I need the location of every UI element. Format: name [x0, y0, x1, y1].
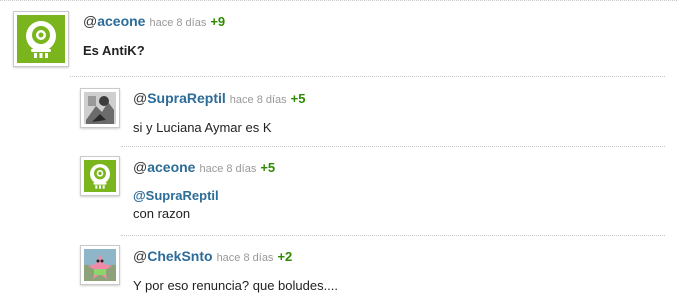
username-link[interactable]: aceone [97, 13, 145, 29]
mention-link[interactable]: @SupraReptil [133, 187, 219, 205]
vote-count: +9 [210, 14, 226, 29]
vote-count: +2 [277, 249, 293, 264]
at-sign: @ [133, 248, 148, 264]
comment-1: @aceone hace 8 días +9 Es AntiK? [0, 0, 677, 76]
user-avatar[interactable] [13, 11, 69, 67]
vote-count: +5 [290, 91, 306, 106]
timestamp: hace 8 días [216, 252, 274, 264]
at-sign: @ [133, 159, 148, 175]
comment-meta: @aceone hace 8 días +9 [83, 12, 225, 32]
comment-2: @SupraReptil hace 8 días +5 si y Luciana A… [0, 77, 677, 147]
comment-text: Y por eso renuncia? que boludes.... [133, 278, 339, 293]
username-link[interactable]: SupraReptil [147, 90, 226, 106]
user-avatar[interactable] [80, 245, 120, 285]
timestamp: hace 8 días [229, 94, 287, 106]
comment-4: @ChekSnto hace 8 días +2 Y por eso renunci… [0, 236, 677, 303]
comment-meta: @SupraReptil hace 8 días +5 [133, 89, 306, 109]
comment-meta: @ChekSnto hace 8 días +2 [133, 247, 292, 267]
green-cyclops-avatar-icon [84, 160, 116, 192]
comment-3: @aceone hace 8 días +5 @SupraReptil con ra… [0, 147, 677, 235]
at-sign: @ [83, 13, 98, 29]
comment-text: si y Luciana Aymar es K [133, 120, 272, 135]
comment-text: Es AntiK? [83, 43, 145, 58]
grayscale-photo-avatar-icon [84, 92, 116, 124]
comment-meta: @aceone hace 8 días +5 [133, 158, 275, 178]
user-avatar[interactable] [80, 88, 120, 128]
username-link[interactable]: ChekSnto [147, 248, 212, 264]
at-sign: @ [133, 90, 148, 106]
user-avatar[interactable] [80, 156, 120, 196]
comment-text-line: con razon [133, 206, 191, 221]
username-link[interactable]: aceone [147, 159, 195, 175]
timestamp: hace 8 días [199, 163, 257, 175]
green-cyclops-avatar-icon [17, 15, 65, 63]
comment-text: @SupraReptil con razon [133, 187, 219, 223]
vote-count: +5 [260, 160, 276, 175]
patrick-star-avatar-icon [84, 249, 116, 281]
timestamp: hace 8 días [149, 17, 207, 29]
